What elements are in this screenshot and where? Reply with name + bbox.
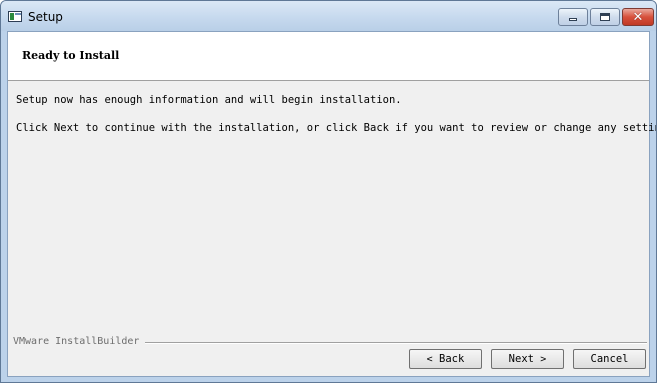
back-label: Back <box>439 353 465 365</box>
cancel-button[interactable]: Cancel <box>573 349 646 369</box>
maximize-button[interactable] <box>590 8 620 26</box>
chevron-right-icon: > <box>540 353 547 365</box>
info-text: Setup now has enough information and wil… <box>16 94 402 106</box>
maximize-icon <box>600 13 610 21</box>
setup-window: Setup ✕ Ready to Install Setup now has e… <box>0 0 657 383</box>
instruction-text: Click Next to continue with the installa… <box>16 122 657 134</box>
installer-page: Ready to Install Setup now has enough in… <box>7 31 656 377</box>
close-icon: ✕ <box>632 9 644 25</box>
title-bar[interactable]: Setup ✕ <box>1 1 656 31</box>
window-title: Setup <box>28 10 63 24</box>
app-icon <box>8 11 22 22</box>
brand-label: VMware InstallBuilder <box>13 336 146 347</box>
minimize-icon <box>569 18 577 21</box>
page-title: Ready to Install <box>22 49 120 62</box>
next-label: Next <box>508 353 534 365</box>
back-button[interactable]: < Back <box>409 349 482 369</box>
next-button[interactable]: Next > <box>491 349 564 369</box>
header-band: Ready to Install <box>8 32 649 81</box>
footer-separator <box>142 342 647 344</box>
minimize-button[interactable] <box>558 8 588 26</box>
cancel-label: Cancel <box>590 353 629 365</box>
close-button[interactable]: ✕ <box>622 8 654 26</box>
chevron-left-icon: < <box>426 353 433 365</box>
